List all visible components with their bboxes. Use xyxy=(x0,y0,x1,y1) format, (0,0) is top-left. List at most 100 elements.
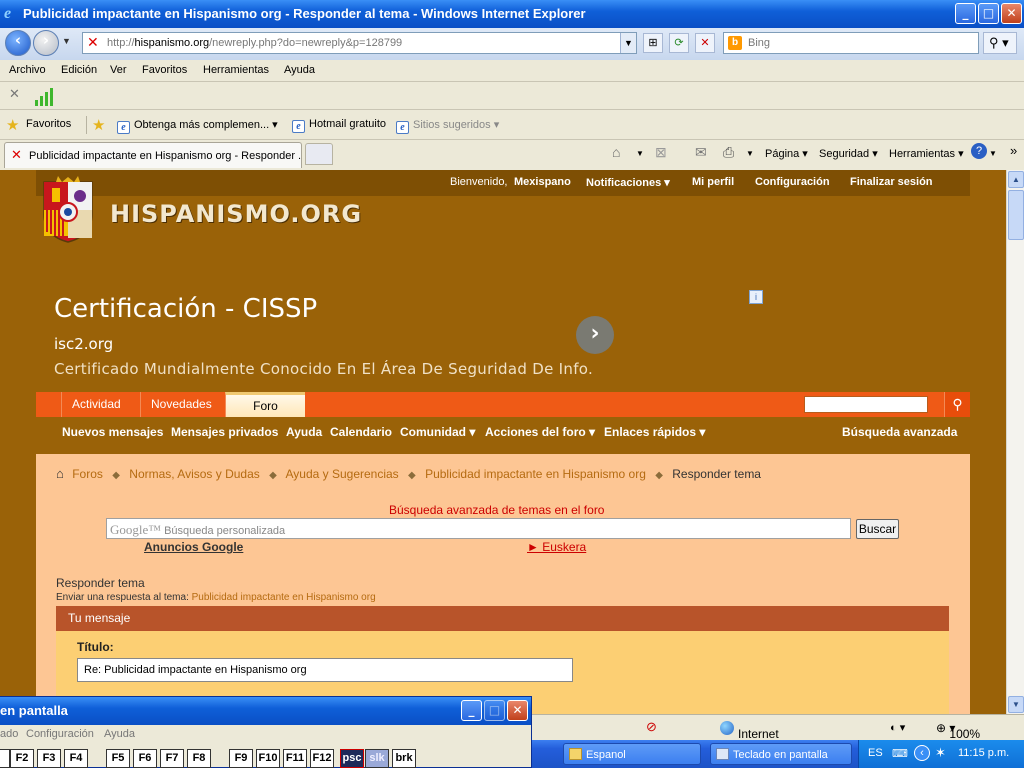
help-icon[interactable]: ? xyxy=(971,143,987,159)
quick-search-input[interactable] xyxy=(804,396,928,413)
google-ads-link[interactable]: Anuncios Google xyxy=(144,540,243,554)
scroll-down-icon[interactable]: ▼ xyxy=(1008,696,1024,713)
home-icon[interactable]: ⌂ xyxy=(56,466,64,481)
subnav-ayuda[interactable]: Ayuda xyxy=(286,425,322,439)
menu-archivo[interactable]: Archivo xyxy=(9,64,46,76)
close-button[interactable]: ✕ xyxy=(1001,3,1022,24)
compatibility-view-icon[interactable]: ⊞ xyxy=(643,33,663,53)
ad-source[interactable]: isc2.org xyxy=(54,335,113,353)
keyboard-tray-icon[interactable]: ⌨ xyxy=(892,747,908,760)
subnav-enlaces-rapidos[interactable]: Enlaces rápidos ▾ xyxy=(604,425,705,439)
subnav-mensajes-privados[interactable]: Mensajes privados xyxy=(171,425,278,439)
title-input[interactable]: Re: Publicidad impactante en Hispanismo … xyxy=(77,658,573,682)
ad-next-arrow-icon[interactable]: › xyxy=(576,316,614,354)
tab-novedades[interactable]: Novedades xyxy=(140,392,222,417)
breadcrumb-ayuda[interactable]: Ayuda y Sugerencias xyxy=(286,467,399,481)
subnav-acciones-foro[interactable]: Acciones del foro ▾ xyxy=(485,425,595,439)
menu-ver[interactable]: Ver xyxy=(110,64,127,76)
tray-expand-icon[interactable]: ‹ xyxy=(914,745,930,761)
tools-menu[interactable]: Herramientas ▾ xyxy=(889,147,964,160)
logout-link[interactable]: Finalizar sesión xyxy=(850,176,933,188)
osk-key-f3[interactable]: F3 xyxy=(37,749,61,768)
osk-close-button[interactable]: ✕ xyxy=(507,700,528,721)
subnav-calendario[interactable]: Calendario xyxy=(330,425,392,439)
profile-link[interactable]: Mi perfil xyxy=(692,176,734,188)
language-indicator[interactable]: ES xyxy=(868,747,883,759)
tab-foro[interactable]: Foro xyxy=(225,392,305,417)
breadcrumb-topic[interactable]: Publicidad impactante en Hispanismo org xyxy=(425,467,646,481)
back-button[interactable]: ‹ xyxy=(5,30,31,56)
ad-headline[interactable]: Certificación - CISSP xyxy=(54,294,317,324)
tray-star-icon[interactable]: ✶ xyxy=(935,745,946,761)
feeds-icon[interactable]: ⊠ xyxy=(655,144,667,161)
history-dropdown-icon[interactable]: ▼ xyxy=(62,36,71,46)
osk-menu-ayuda[interactable]: Ayuda xyxy=(104,728,135,740)
tab-actividad[interactable]: Actividad xyxy=(61,392,131,417)
page-menu[interactable]: Página ▾ xyxy=(765,147,808,160)
safety-menu[interactable]: Seguridad ▾ xyxy=(819,147,878,160)
scroll-up-icon[interactable]: ▲ xyxy=(1008,171,1024,188)
home-dropdown-icon[interactable]: ▼ xyxy=(636,149,644,158)
osk-key-brk[interactable]: brk xyxy=(392,749,416,768)
subnav-comunidad[interactable]: Comunidad ▾ xyxy=(400,425,475,439)
stop-icon[interactable]: ✕ xyxy=(695,33,715,53)
maximize-button[interactable]: □ xyxy=(978,3,999,24)
breadcrumb-normas[interactable]: Normas, Avisos y Dudas xyxy=(129,467,260,481)
favorites-button[interactable]: Favoritos xyxy=(26,118,71,130)
zoom-level[interactable]: ⊕ 100% ▾ xyxy=(936,721,980,741)
tab-active[interactable]: ✕ Publicidad impactante en Hispanismo or… xyxy=(4,142,302,168)
ad-info-icon[interactable]: i xyxy=(749,290,763,304)
osk-key-f10[interactable]: F10 xyxy=(256,749,280,768)
close-toolbar-icon[interactable]: ✕ xyxy=(9,87,20,102)
osk-key-f1[interactable] xyxy=(0,749,10,768)
osk-menu-teclado[interactable]: ado xyxy=(0,728,18,740)
osk-key-f12[interactable]: F12 xyxy=(310,749,334,768)
google-search-input[interactable]: Google™ Búsqueda personalizada xyxy=(106,518,851,539)
site-logo-text[interactable]: HISPANISMO.ORG xyxy=(110,200,362,228)
coat-of-arms-logo[interactable] xyxy=(40,174,96,244)
osk-key-f4[interactable]: F4 xyxy=(64,749,88,768)
osk-key-psc[interactable]: psc xyxy=(340,749,364,768)
help-dropdown-icon[interactable]: ▼ xyxy=(989,149,997,158)
print-dropdown-icon[interactable]: ▼ xyxy=(746,149,754,158)
osk-menu-configuracion[interactable]: Configuración xyxy=(26,728,94,740)
protected-mode-icon[interactable]: ⊘ xyxy=(646,719,657,735)
osk-key-f9[interactable]: F9 xyxy=(229,749,253,768)
username-link[interactable]: Mexispano xyxy=(514,176,571,188)
search-button[interactable]: ⚲ ▾ xyxy=(983,32,1017,54)
advanced-search-link[interactable]: Búsqueda avanzada xyxy=(842,425,957,439)
more-commands-chevron[interactable]: » xyxy=(1010,143,1017,158)
subnav-nuevos-mensajes[interactable]: Nuevos mensajes xyxy=(62,425,163,439)
forward-button[interactable]: › xyxy=(33,30,59,56)
osk-key-f11[interactable]: F11 xyxy=(283,749,307,768)
fav-item-sitios[interactable]: e Sitios sugeridos ▾ xyxy=(396,118,499,134)
osk-key-f2[interactable]: F2 xyxy=(10,749,34,768)
scroll-thumb[interactable] xyxy=(1008,190,1024,240)
osk-minimize-button[interactable]: _ xyxy=(461,700,482,721)
osk-key-f8[interactable]: F8 xyxy=(187,749,211,768)
notifications-link[interactable]: Notificaciones ▾ xyxy=(586,176,670,189)
vertical-scrollbar[interactable]: ▲ ▼ xyxy=(1006,170,1024,714)
print-icon[interactable]: ⎙ xyxy=(723,144,734,161)
home-icon[interactable]: ⌂ xyxy=(612,144,620,160)
fav-item-complementos[interactable]: e Obtenga más complemen... ▾ xyxy=(117,118,278,134)
popup-blocker-icon[interactable]: ◐ ▾ xyxy=(890,721,905,734)
taskbar-teclado[interactable]: Teclado en pantalla xyxy=(710,743,852,765)
google-search-button[interactable]: Buscar xyxy=(856,519,899,539)
menu-ayuda[interactable]: Ayuda xyxy=(284,64,315,76)
osk-key-slk[interactable]: slk xyxy=(365,749,389,768)
refresh-icon[interactable]: ⟳ xyxy=(669,33,689,53)
add-favorite-icon[interactable]: ★ xyxy=(92,116,105,134)
advertisement[interactable]: Certificación - CISSP isc2.org Certifica… xyxy=(36,280,970,390)
menu-favoritos[interactable]: Favoritos xyxy=(142,64,187,76)
breadcrumb-foros[interactable]: Foros xyxy=(72,467,103,481)
menu-herramientas[interactable]: Herramientas xyxy=(203,64,269,76)
reply-topic-link[interactable]: Publicidad impactante en Hispanismo org xyxy=(192,592,376,603)
mail-icon[interactable]: ✉ xyxy=(695,144,707,161)
settings-link[interactable]: Configuración xyxy=(755,176,830,188)
address-url[interactable]: http://hispanismo.org/newreply.php?do=ne… xyxy=(107,37,402,49)
fav-item-hotmail[interactable]: e Hotmail gratuito xyxy=(292,118,386,133)
osk-key-f7[interactable]: F7 xyxy=(160,749,184,768)
euskera-link[interactable]: ► Euskera xyxy=(527,540,586,554)
osk-key-f5[interactable]: F5 xyxy=(106,749,130,768)
